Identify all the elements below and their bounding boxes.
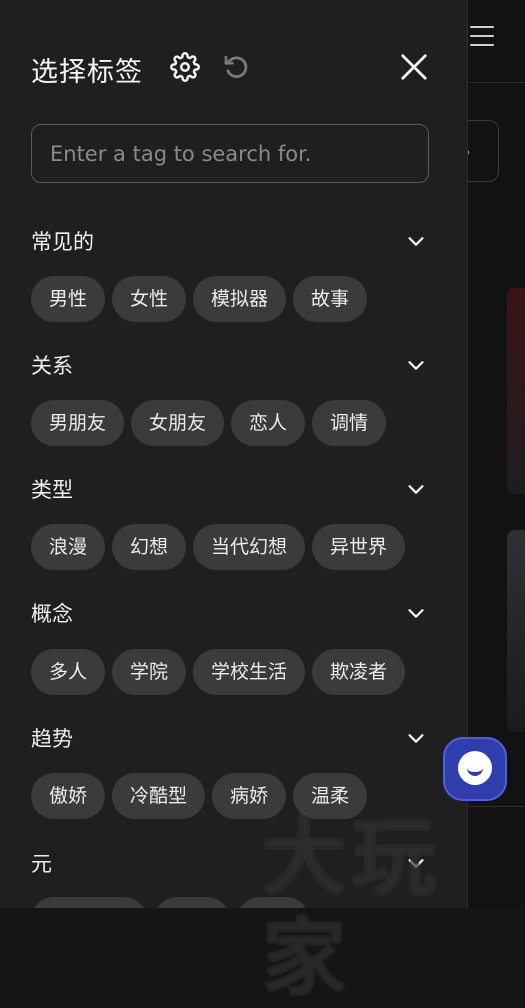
tag-chip[interactable]: 男朋友 <box>31 400 125 446</box>
tag-chip[interactable]: 浪漫 <box>31 524 106 570</box>
tag-chip[interactable] <box>154 897 230 908</box>
section-header-genre[interactable]: 类型 <box>31 474 427 504</box>
section-title: 类型 <box>31 478 73 502</box>
tag-selection-drawer: 选择标签 常见的 男性 女性 模拟器 故事 关系 男朋友 女朋友 恋人 调情 <box>0 0 468 908</box>
tag-chip[interactable]: 模拟器 <box>193 276 287 322</box>
section-title: 概念 <box>31 602 73 626</box>
section-title: 趋势 <box>31 727 73 751</box>
tag-chip[interactable]: 傲娇 <box>31 773 106 819</box>
page-title: 选择标签 <box>31 57 143 88</box>
section-title: 元 <box>31 852 52 876</box>
chat-support-button[interactable] <box>443 737 507 801</box>
chat-bubble-icon <box>458 751 492 785</box>
tag-chip[interactable]: 故事 <box>293 276 368 322</box>
tag-chip[interactable]: 男性 <box>31 276 106 322</box>
chevron-down-icon[interactable] <box>405 727 427 749</box>
character-card[interactable] <box>507 530 525 732</box>
tag-chip[interactable]: 学院 <box>112 649 187 695</box>
tag-list: 多人 学院 学校生活 欺凌者 <box>31 649 406 695</box>
drawer-header: 选择标签 <box>31 44 441 90</box>
tag-chip[interactable]: 冷酷型 <box>112 773 206 819</box>
section-header-relationship[interactable]: 关系 <box>31 350 427 380</box>
tag-chip[interactable]: 异世界 <box>312 524 406 570</box>
tag-list: 男朋友 女朋友 恋人 调情 <box>31 400 387 446</box>
section-title: 常见的 <box>31 230 94 254</box>
tag-chip[interactable]: 当代幻想 <box>193 524 306 570</box>
tag-list: 男性 女性 模拟器 故事 <box>31 276 368 322</box>
hamburger-menu-icon[interactable] <box>470 26 494 48</box>
tag-search-input[interactable] <box>31 124 429 183</box>
tag-chip[interactable]: 女性 <box>112 276 187 322</box>
divider <box>468 806 525 807</box>
tag-chip[interactable]: 调情 <box>312 400 387 446</box>
gear-icon[interactable] <box>170 52 200 82</box>
tag-chip[interactable]: 多人 <box>31 649 106 695</box>
section-header-common[interactable]: 常见的 <box>31 226 427 256</box>
tag-chip[interactable]: 欺凌者 <box>312 649 406 695</box>
tag-chip[interactable] <box>31 897 147 908</box>
section-header-trending[interactable]: 趋势 <box>31 723 427 753</box>
tag-chip[interactable]: 恋人 <box>231 400 306 446</box>
section-title: 关系 <box>31 354 73 378</box>
chevron-down-icon[interactable] <box>405 478 427 500</box>
chevron-down-icon[interactable] <box>405 354 427 376</box>
tag-chip[interactable]: 学校生活 <box>193 649 306 695</box>
reset-icon[interactable] <box>221 52 251 82</box>
tag-chip[interactable]: 女朋友 <box>131 400 225 446</box>
watermark: 大玩家 <box>262 809 443 1007</box>
section-header-concept[interactable]: 概念 <box>31 598 427 628</box>
chevron-down-icon[interactable] <box>405 230 427 252</box>
close-icon[interactable] <box>399 52 429 82</box>
chevron-down-icon[interactable] <box>405 602 427 624</box>
tag-chip[interactable]: 幻想 <box>112 524 187 570</box>
character-card[interactable] <box>507 288 525 494</box>
tag-list: 浪漫 幻想 当代幻想 异世界 <box>31 524 406 570</box>
